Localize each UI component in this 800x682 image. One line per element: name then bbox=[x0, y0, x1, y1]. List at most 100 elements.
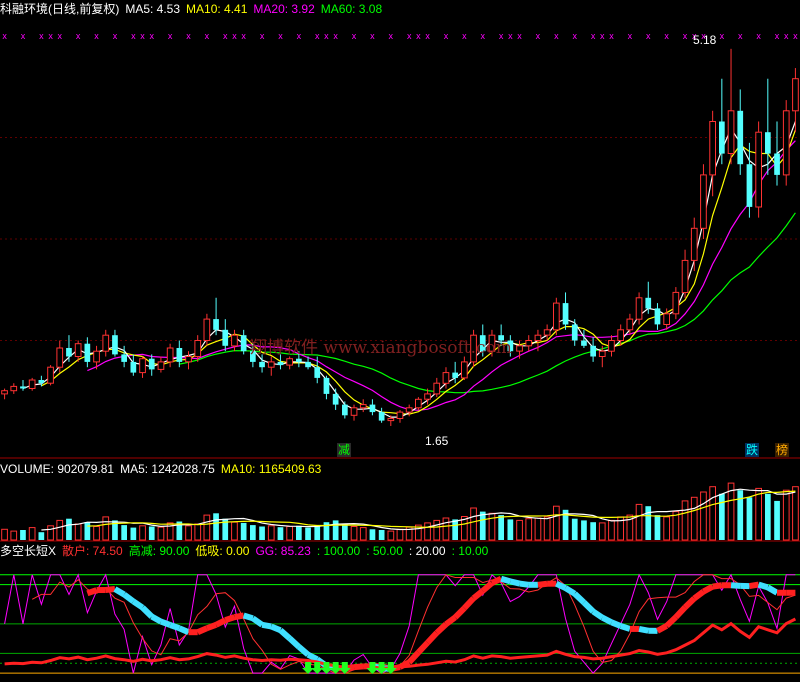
candle-body bbox=[38, 380, 45, 384]
volume-bar bbox=[314, 525, 321, 540]
buy-arrow bbox=[384, 662, 397, 674]
candle-body bbox=[267, 361, 275, 368]
signal-marker: x bbox=[140, 31, 145, 41]
volume-bar bbox=[359, 527, 367, 541]
signal-marker: x bbox=[297, 31, 302, 41]
candle-body bbox=[332, 393, 339, 405]
candle-body bbox=[424, 393, 431, 400]
ma5-line bbox=[22, 121, 796, 418]
candle-body bbox=[121, 354, 127, 362]
volume-bar bbox=[93, 526, 100, 541]
signal-marker: x bbox=[131, 31, 136, 41]
candle-body bbox=[635, 297, 643, 320]
volume-bar bbox=[203, 514, 211, 541]
trend-segment bbox=[471, 588, 485, 601]
signal-marker: x bbox=[536, 31, 541, 41]
signal-marker: x bbox=[517, 31, 522, 41]
trend-segment bbox=[105, 586, 116, 594]
candle-body bbox=[387, 418, 395, 422]
volume-bar bbox=[755, 487, 762, 541]
volume-bar bbox=[581, 520, 587, 540]
candle-body bbox=[112, 335, 118, 355]
candle-body bbox=[525, 340, 533, 347]
volume-bar bbox=[84, 522, 91, 540]
trend-segment bbox=[86, 587, 98, 597]
volume-bar bbox=[277, 527, 284, 540]
trend-segment bbox=[581, 600, 596, 614]
volume-bar bbox=[498, 515, 504, 540]
candle-body bbox=[350, 407, 358, 416]
volume-bar bbox=[130, 527, 137, 540]
low-price-label: 1.65 bbox=[425, 434, 449, 448]
signal-marker: x bbox=[2, 31, 7, 41]
candle-body bbox=[74, 343, 82, 358]
trend-segment bbox=[416, 640, 430, 655]
candle-body bbox=[396, 411, 404, 420]
trend-segment bbox=[500, 575, 512, 585]
signal-marker: x bbox=[39, 31, 44, 41]
candle-body bbox=[590, 345, 596, 357]
candle-body bbox=[130, 361, 137, 373]
volume-bar bbox=[342, 524, 348, 540]
candle-body bbox=[690, 227, 698, 261]
candle-body bbox=[681, 259, 689, 293]
signal-marker: x bbox=[58, 31, 63, 41]
candle-body bbox=[305, 361, 311, 368]
volume-bar bbox=[590, 522, 596, 540]
candle-body bbox=[66, 348, 72, 357]
candle-body bbox=[10, 385, 18, 392]
volume-bar bbox=[139, 525, 146, 541]
trend-segment bbox=[224, 614, 236, 624]
trend-segment bbox=[169, 622, 181, 632]
trend-segment bbox=[490, 575, 503, 586]
candle-body bbox=[231, 334, 238, 347]
volume-bar bbox=[433, 519, 441, 541]
candle-body bbox=[102, 334, 110, 352]
signal-marker: x bbox=[462, 31, 467, 41]
volume-bar bbox=[194, 523, 202, 541]
candle-body bbox=[157, 361, 165, 370]
volume-bar bbox=[479, 511, 486, 540]
trend-segment bbox=[519, 580, 530, 588]
volume-bar bbox=[102, 516, 110, 541]
volume-bar bbox=[332, 520, 339, 540]
signal-marker: x bbox=[232, 31, 237, 41]
signal-marker: x bbox=[793, 31, 798, 41]
trend-segment bbox=[196, 625, 209, 635]
volume-bar bbox=[157, 526, 165, 541]
volume-bar bbox=[792, 486, 799, 541]
signal-marker: x bbox=[444, 31, 449, 41]
candle-body bbox=[405, 407, 413, 413]
volume-bar bbox=[38, 532, 45, 540]
volume-bar bbox=[74, 523, 82, 541]
candle-body bbox=[562, 303, 569, 325]
trend-segment bbox=[748, 581, 760, 590]
trend-segment bbox=[140, 605, 154, 619]
volume-bar bbox=[746, 497, 753, 540]
candle-body bbox=[442, 372, 450, 384]
signal-marker: x bbox=[683, 31, 688, 41]
volume-bar bbox=[782, 489, 790, 541]
signal-marker: x bbox=[591, 31, 596, 41]
trend-segment bbox=[159, 618, 172, 628]
volume-bar bbox=[231, 521, 238, 541]
signal-marker: x bbox=[149, 31, 154, 41]
volume-bar bbox=[516, 519, 523, 541]
volume-bar bbox=[525, 518, 533, 541]
volume-bar bbox=[387, 530, 395, 541]
long-trend-line bbox=[4, 617, 797, 670]
candle-body bbox=[598, 350, 606, 358]
stock-chart-window: { "header": { "title": "科融环境(日线,前复权)", "… bbox=[0, 0, 800, 682]
volume-bar bbox=[250, 525, 256, 540]
volume-bar bbox=[28, 527, 36, 541]
signal-marker: x bbox=[416, 31, 421, 41]
volume-bar bbox=[305, 527, 311, 540]
buy-arrow bbox=[338, 662, 351, 674]
signal-marker: x bbox=[600, 31, 605, 41]
trend-segment bbox=[610, 619, 622, 629]
candle-body bbox=[571, 324, 578, 341]
candle-body bbox=[47, 366, 54, 384]
volume-bar bbox=[286, 526, 293, 541]
trend-segment bbox=[205, 621, 218, 632]
volume-bar bbox=[543, 516, 551, 541]
